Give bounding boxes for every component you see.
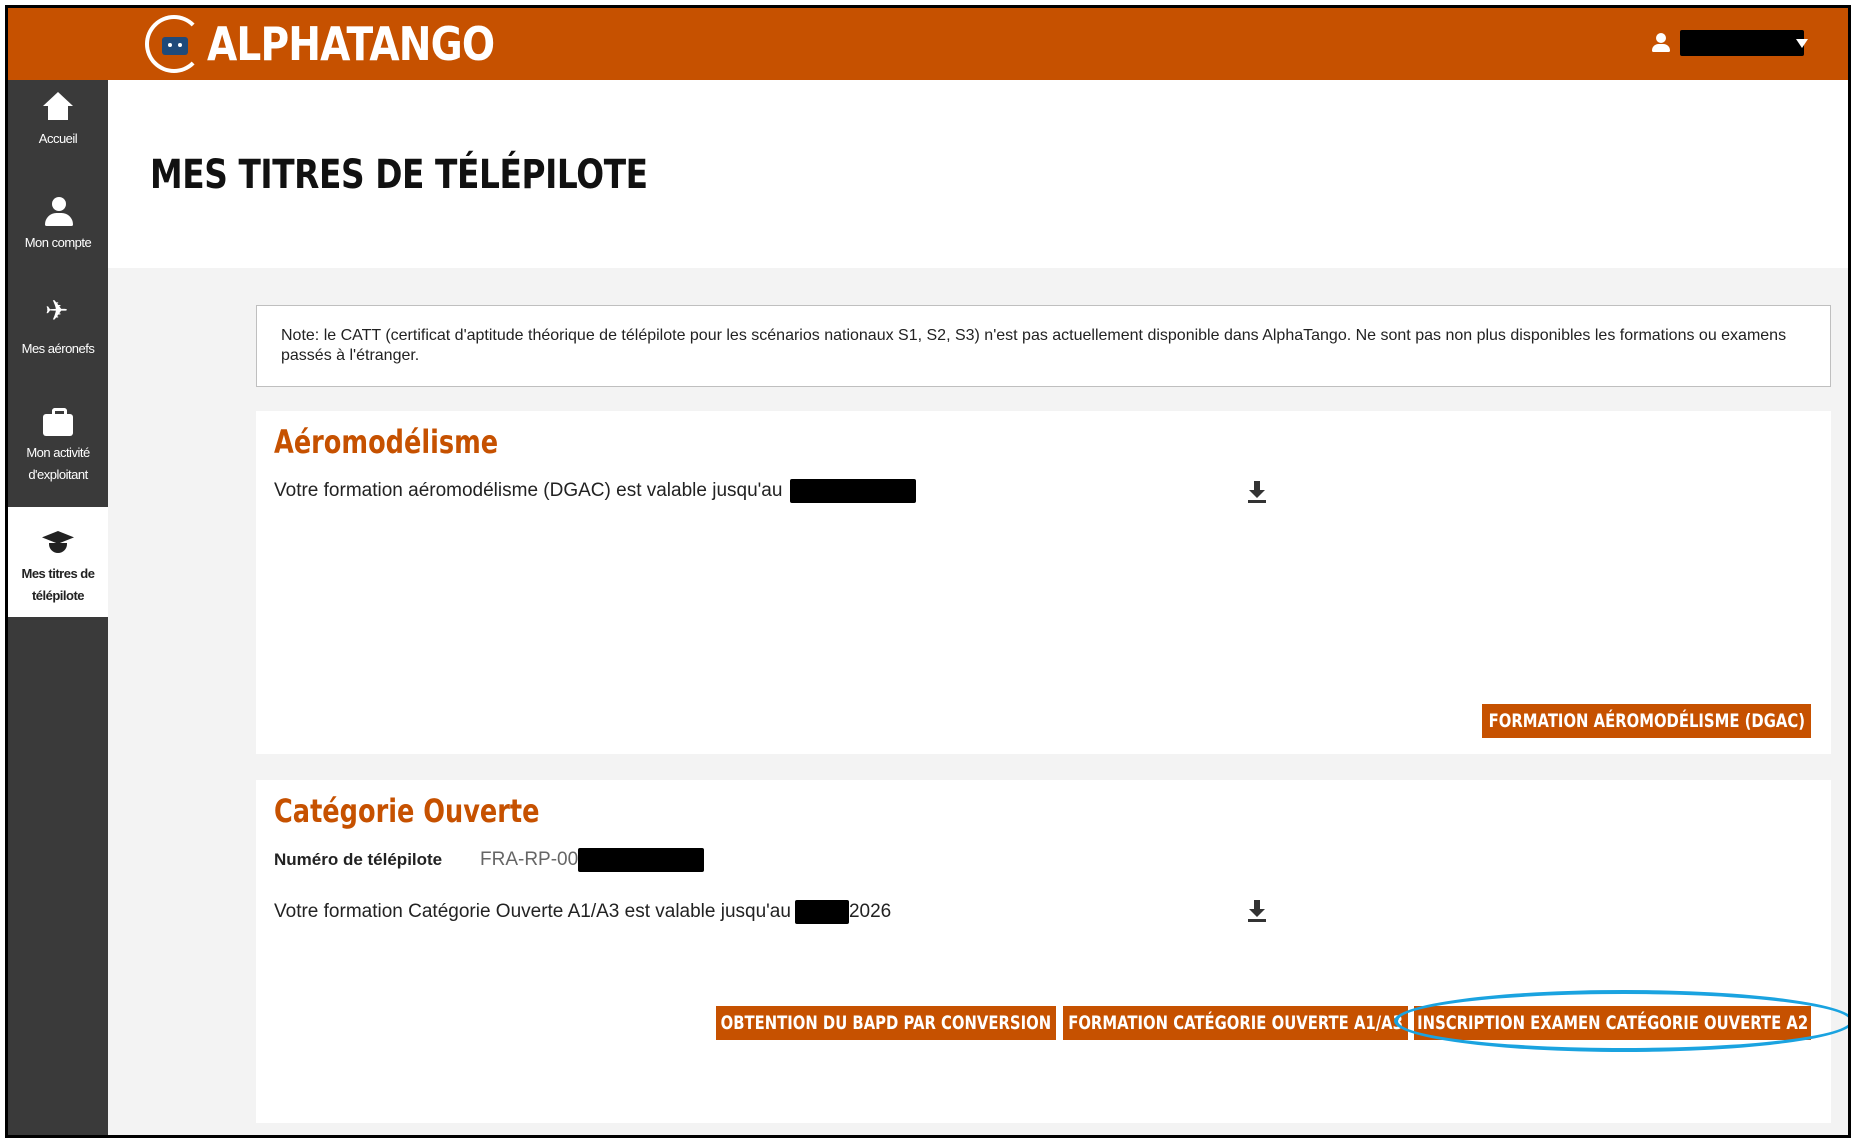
download-icon[interactable] — [1248, 900, 1266, 922]
validity-text: Votre formation aéromodélisme (DGAC) est… — [274, 480, 783, 501]
validity-year: 2026 — [848, 901, 892, 922]
plane-icon — [41, 300, 75, 334]
categorie-ouverte-card: Catégorie Ouverte Numéro de télépilote F… — [256, 780, 1831, 1123]
app-frame: ALPHATANGO Accueil Mon compte Mes aérone… — [5, 5, 1851, 1138]
aeromodelisme-validity: Votre formation aéromodélisme (DGAC) est… — [274, 479, 917, 503]
page-header: MES TITRES DE TÉLÉPILOTE — [108, 80, 1848, 268]
obtention-bapd-button[interactable]: OBTENTION DU BAPD PAR CONVERSION — [716, 1006, 1056, 1040]
top-bar: ALPHATANGO — [8, 8, 1848, 80]
pilot-number-prefix: FRA-RP-00 — [480, 849, 579, 870]
alphatango-logo[interactable]: ALPHATANGO — [145, 12, 545, 76]
sidebar-item-label: Mes titres de télépilote — [21, 566, 95, 603]
user-icon — [1650, 32, 1672, 54]
pilot-number-row: Numéro de télépilote FRA-RP-00 — [274, 848, 705, 872]
formation-categorie-ouverte-button[interactable]: FORMATION CATÉGORIE OUVERTE A1/A3 — [1063, 1006, 1408, 1040]
sidebar-item-label: Mon compte — [24, 235, 92, 250]
home-icon — [41, 92, 75, 124]
person-icon — [41, 196, 75, 228]
drone-logo-icon — [145, 15, 203, 73]
note-box: Note: le CATT (certificat d'aptitude thé… — [256, 305, 1831, 387]
sidebar-item-accueil[interactable]: Accueil — [8, 92, 108, 150]
date-redacted — [794, 900, 849, 924]
graduation-cap-icon — [41, 527, 75, 559]
user-menu[interactable] — [1650, 30, 1808, 56]
pilot-number-redacted — [578, 848, 705, 872]
username-redacted — [1680, 30, 1804, 56]
date-redacted — [790, 479, 917, 503]
section-title: Aéromodélisme — [274, 423, 499, 461]
formation-aeromodelisme-button[interactable]: FORMATION AÉROMODÉLISME (DGAC) — [1482, 704, 1811, 738]
caret-down-icon — [1796, 38, 1808, 48]
sidebar-item-mon-compte[interactable]: Mon compte — [8, 196, 108, 254]
page-title: MES TITRES DE TÉLÉPILOTE — [150, 152, 648, 198]
validity-text: Votre formation Catégorie Ouverte A1/A3 … — [274, 901, 791, 922]
logo-text: ALPHATANGO — [207, 17, 495, 71]
sidebar-item-label: Accueil — [38, 131, 78, 146]
sidebar-item-mon-activite[interactable]: Mon activité d'exploitant — [8, 406, 108, 486]
sidebar-item-mes-aeronefs[interactable]: Mes aéronefs — [8, 300, 108, 360]
aeromodelisme-card: Aéromodélisme Votre formation aéromodéli… — [256, 411, 1831, 754]
download-icon[interactable] — [1248, 481, 1266, 503]
categorie-ouverte-validity: Votre formation Catégorie Ouverte A1/A3 … — [274, 900, 891, 924]
sidebar: Accueil Mon compte Mes aéronefs Mon acti… — [8, 80, 108, 1135]
sidebar-item-label: Mes aéronefs — [21, 341, 95, 356]
highlight-ellipse — [1394, 990, 1848, 1052]
section-title: Catégorie Ouverte — [274, 792, 540, 830]
briefcase-icon — [41, 406, 75, 438]
sidebar-item-mes-titres[interactable]: Mes titres de télépilote — [8, 507, 108, 617]
pilot-number-label: Numéro de télépilote — [274, 850, 443, 869]
sidebar-item-label: Mon activité d'exploitant — [26, 445, 90, 482]
